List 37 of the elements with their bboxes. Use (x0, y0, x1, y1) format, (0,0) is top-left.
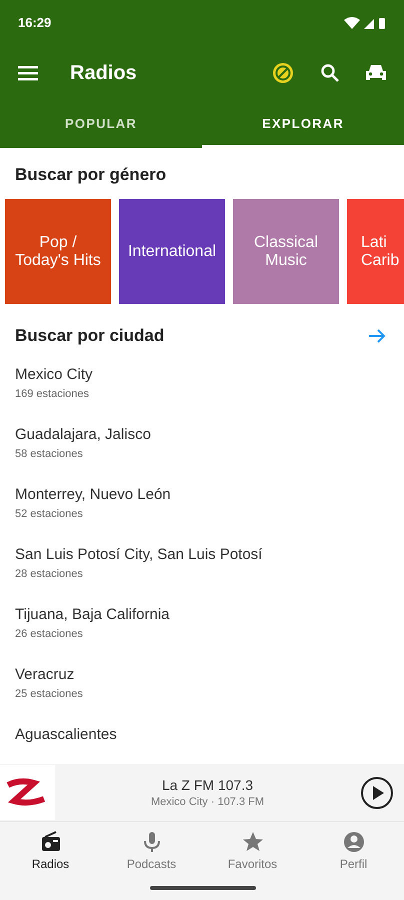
city-name[interactable]: Tijuana, Baja California (15, 606, 170, 623)
nav-item[interactable]: Radios (0, 822, 101, 874)
nav-item[interactable]: Podcasts (101, 822, 202, 874)
station-count: 169 estaciones (15, 388, 89, 400)
person-icon (342, 830, 366, 854)
status-time: 16:29 (18, 15, 52, 30)
play-icon[interactable] (360, 776, 394, 810)
genre-tile[interactable]: International (119, 199, 225, 304)
tab[interactable]: EXPLORAR (202, 101, 404, 148)
car-icon[interactable] (366, 64, 386, 82)
toolbar-title: Radios (70, 62, 137, 84)
menu-icon[interactable] (18, 65, 38, 81)
station-subtitle: Mexico City · 107.3 FM (150, 796, 264, 808)
station-count: 25 estaciones (15, 688, 83, 700)
section-heading: Buscar por género (14, 164, 168, 186)
station-count: 58 estaciones (15, 448, 83, 460)
city-name[interactable]: Monterrey, Nuevo León (15, 486, 171, 503)
city-name[interactable]: Mexico City (15, 366, 93, 383)
station-count: 52 estaciones (15, 508, 83, 520)
section-heading: Buscar por ciudad (15, 326, 164, 346)
badge-icon[interactable] (272, 62, 294, 84)
city-name[interactable]: Guadalajara, Jalisco (15, 426, 151, 443)
station-count: 28 estaciones (15, 568, 83, 580)
city-name[interactable]: Aguascalientes (15, 726, 117, 743)
tab[interactable]: POPULAR (0, 101, 202, 148)
genre-tile[interactable]: Pop / Today's Hits (5, 199, 111, 304)
city-name[interactable]: Veracruz (15, 666, 74, 683)
station-count: 26 estaciones (15, 628, 83, 640)
city-name[interactable]: San Luis Potosí City, San Luis Potosí (15, 546, 262, 563)
star-icon (240, 830, 264, 854)
search-icon[interactable] (320, 63, 340, 83)
arrow-icon[interactable] (368, 328, 386, 344)
genre-tile[interactable]: Lati Carib (347, 199, 404, 304)
nav-item[interactable]: Favoritos (202, 822, 303, 874)
status-icons (344, 16, 386, 28)
nav-item[interactable]: Perfil (303, 822, 404, 874)
station-title: La Z FM 107.3 (162, 777, 254, 793)
